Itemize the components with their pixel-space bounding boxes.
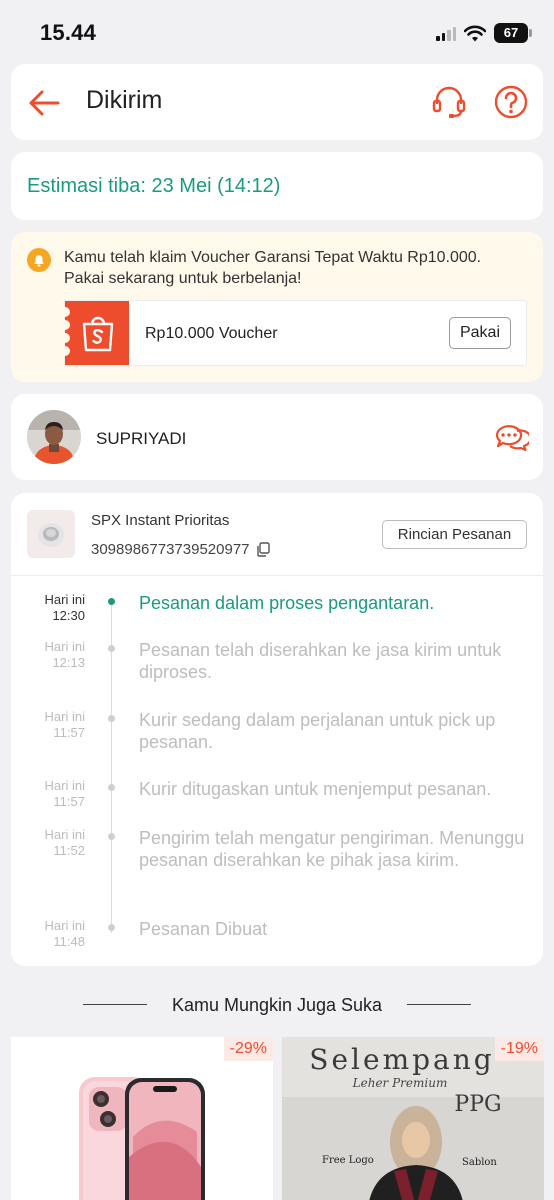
- event-description: Pesanan dalam proses pengantaran.: [139, 593, 435, 613]
- svg-text:Sablon: Sablon: [462, 1157, 497, 1168]
- timeline-dot: [108, 833, 115, 840]
- event-time: Hari ini 12:30: [44, 592, 85, 623]
- battery-icon: 67: [494, 23, 532, 43]
- event-time: Hari ini 11:57: [44, 778, 85, 809]
- event-time: Hari ini 12:13: [44, 639, 85, 670]
- copy-icon[interactable]: [256, 542, 270, 557]
- recommendations-header: Kamu Mungkin Juga Suka: [0, 990, 554, 1020]
- estimated-arrival-text: Estimasi tiba: 23 Mei (14:12): [27, 175, 281, 197]
- estimated-arrival-card: Estimasi tiba: 23 Mei (14:12): [11, 152, 543, 220]
- voucher-card[interactable]: Rp10.000 Voucher Pakai: [60, 300, 527, 366]
- help-icon[interactable]: [493, 84, 529, 120]
- shipment-tracking-card: SPX Instant Prioritas 309898677373952097…: [11, 493, 543, 966]
- package-thumbnail: [27, 510, 75, 558]
- status-icons: 67: [436, 22, 532, 44]
- product-card[interactable]: -29%: [11, 1037, 273, 1200]
- order-details-button[interactable]: Rincian Pesanan: [382, 520, 527, 549]
- shipping-service: SPX Instant Prioritas: [91, 512, 230, 529]
- page-header: Dikirim: [11, 64, 543, 140]
- courier-avatar: [27, 410, 81, 464]
- svg-text:Free Logo: Free Logo: [322, 1155, 374, 1166]
- product-image: [11, 1037, 273, 1200]
- voucher-stub: [60, 301, 129, 365]
- cellular-signal-icon: [436, 25, 456, 41]
- bell-icon: [27, 248, 51, 272]
- status-time: 15.44: [40, 20, 97, 45]
- event-time: Hari ini 11:52: [44, 827, 85, 858]
- voucher-notice: Kamu telah klaim Voucher Garansi Tepat W…: [11, 232, 543, 382]
- svg-text:Leher Premium: Leher Premium: [352, 1076, 448, 1090]
- recommendations-title: Kamu Mungkin Juga Suka: [171, 995, 383, 1015]
- discount-badge: -29%: [223, 1037, 273, 1061]
- divider: [407, 1004, 471, 1005]
- voucher-title: Rp10.000 Voucher: [145, 325, 278, 342]
- use-voucher-button[interactable]: Pakai: [449, 317, 511, 349]
- courier-card: SUPRIYADI: [11, 394, 543, 480]
- page-title: Dikirim: [86, 86, 163, 114]
- divider: [11, 575, 543, 576]
- svg-text:PPG: PPG: [454, 1092, 501, 1117]
- courier-name: SUPRIYADI: [96, 429, 187, 448]
- event-time: Hari ini 11:57: [44, 709, 85, 740]
- customer-service-headset-icon[interactable]: [431, 84, 467, 120]
- discount-badge: -19%: [494, 1037, 544, 1061]
- event-time: Hari ini 11:48: [44, 918, 85, 949]
- svg-text:Selempang: Selempang: [309, 1043, 494, 1076]
- chat-icon[interactable]: [493, 422, 529, 454]
- status-bar: 15.44 67: [0, 0, 554, 62]
- event-description: Pengirim telah mengatur pengiriman. Menu…: [139, 828, 525, 870]
- event-description: Pesanan telah diserahkan ke jasa kirim u…: [139, 640, 502, 682]
- product-card[interactable]: Selempang Leher Premium PPG Free Logo Sa…: [282, 1037, 544, 1200]
- wifi-icon: [464, 25, 486, 41]
- event-description: Pesanan Dibuat: [139, 919, 268, 939]
- event-description: Kurir sedang dalam perjalanan untuk pick…: [139, 710, 496, 752]
- timeline-dot: [108, 645, 115, 652]
- timeline-dot: [108, 598, 115, 605]
- product-image: Selempang Leher Premium PPG Free Logo Sa…: [282, 1037, 544, 1200]
- event-description: Kurir ditugaskan untuk menjemput pesanan…: [139, 779, 492, 799]
- timeline-dot: [108, 715, 115, 722]
- tracking-number: 3098986773739520977: [91, 541, 250, 558]
- timeline-dot: [108, 784, 115, 791]
- back-arrow-icon[interactable]: [27, 86, 61, 120]
- voucher-message: Kamu telah klaim Voucher Garansi Tepat W…: [64, 249, 482, 287]
- timeline-dot: [108, 924, 115, 931]
- tracking-number-row: 3098986773739520977: [91, 541, 270, 558]
- shopee-bag-icon: [82, 316, 114, 352]
